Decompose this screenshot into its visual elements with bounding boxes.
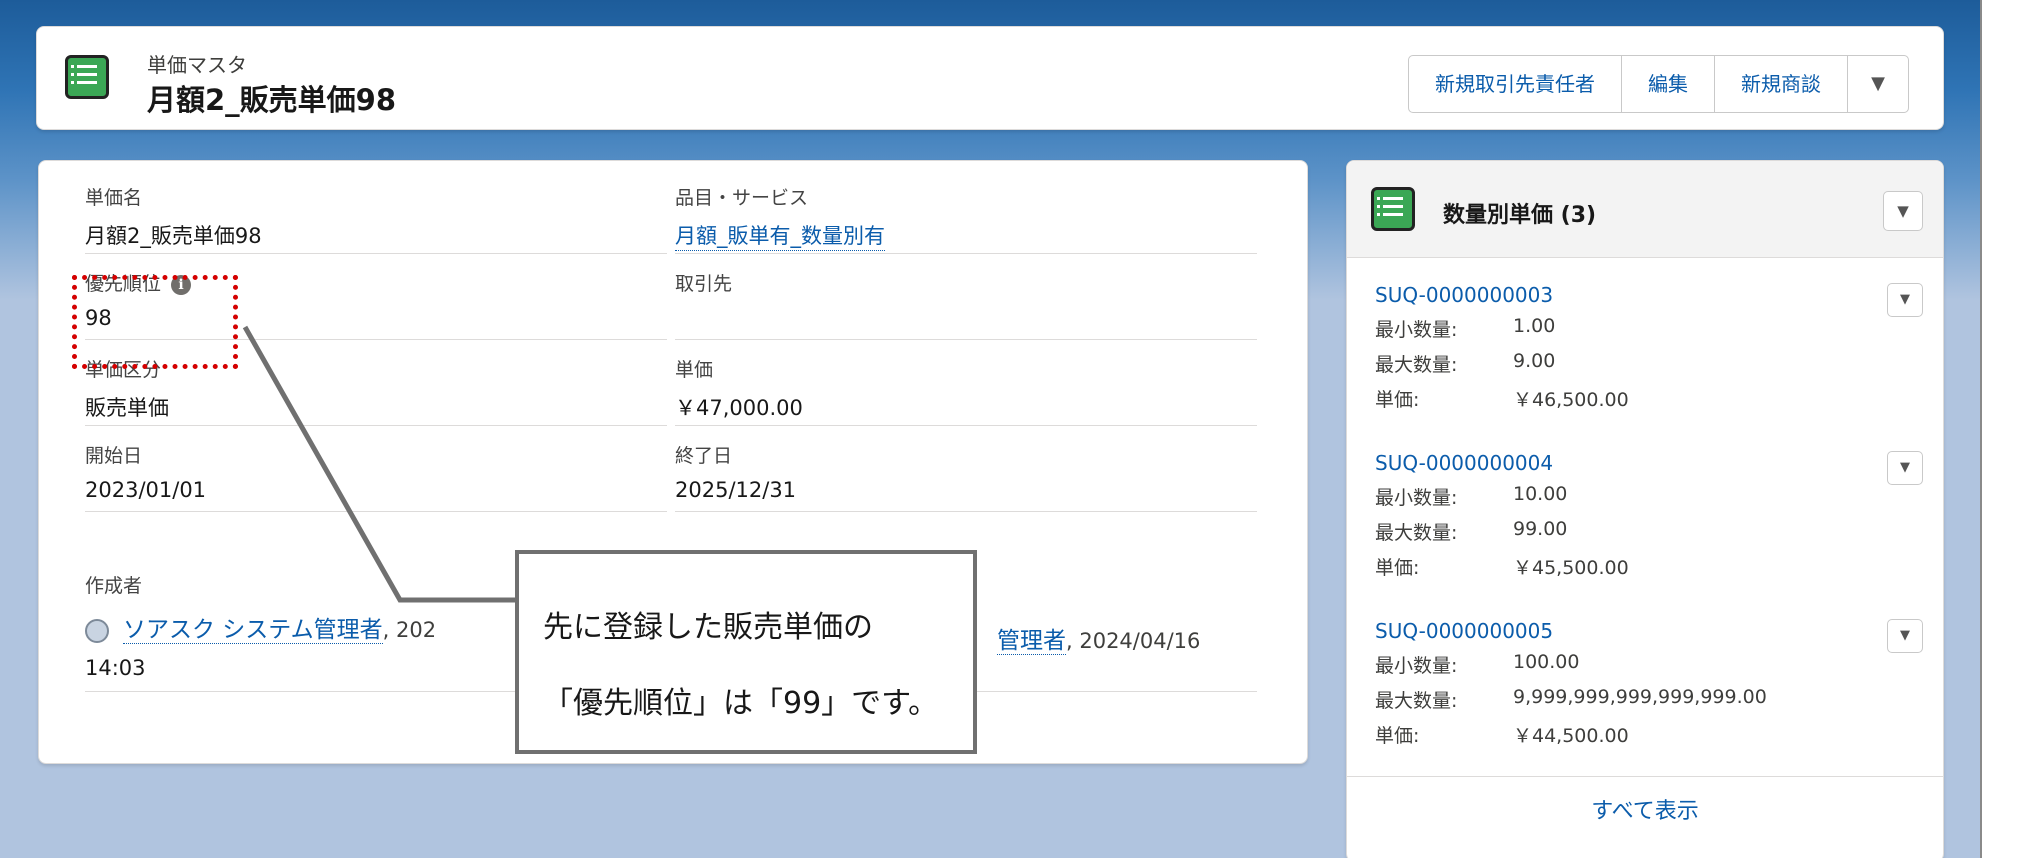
related-list-menu-button[interactable]: ▼ <box>1883 191 1923 231</box>
list-item: SUQ-0000000004 最小数量: 10.00 最大数量: 99.00 単価:… <box>1375 451 1923 580</box>
max-quantity-row: 最大数量: 9.00 <box>1375 350 1915 377</box>
record-link[interactable]: SUQ-0000000004 <box>1375 451 1915 475</box>
price-value: ￥46,500.00 <box>1513 389 1629 411</box>
min-quantity-row: 最小数量: 100.00 <box>1375 651 1915 678</box>
record-link[interactable]: SUQ-0000000003 <box>1375 283 1915 307</box>
price-label: 単価: <box>1375 389 1420 411</box>
min-value: 1.00 <box>1513 315 1556 337</box>
max-label: 最大数量: <box>1375 522 1458 544</box>
app-frame: 単価マスタ 月額2_販売単価98 新規取引先責任者 編集 新規商談 ▼ 単価名 … <box>0 0 1982 858</box>
chevron-down-icon: ▼ <box>1900 628 1910 643</box>
record-menu-button[interactable]: ▼ <box>1887 619 1923 653</box>
view-all-link[interactable]: すべて表示 <box>1347 776 1943 858</box>
max-value: 99.00 <box>1513 518 1568 540</box>
record-menu-button[interactable]: ▼ <box>1887 283 1923 317</box>
min-quantity-row: 最小数量: 1.00 <box>1375 315 1915 342</box>
price-row: 単価: ￥44,500.00 <box>1375 721 1915 748</box>
min-value: 10.00 <box>1513 483 1568 505</box>
related-list-title: 数量別単価 (3) <box>1443 203 1597 228</box>
callout-text-line2: 「優先順位」は「99」です。 <box>543 686 939 721</box>
chevron-down-icon: ▼ <box>1897 202 1909 220</box>
max-quantity-row: 最大数量: 9,999,999,999,999,999.00 <box>1375 686 1915 713</box>
min-label: 最小数量: <box>1375 655 1458 677</box>
price-value: ￥45,500.00 <box>1513 557 1629 579</box>
max-quantity-row: 最大数量: 99.00 <box>1375 518 1915 545</box>
chevron-down-icon: ▼ <box>1900 292 1910 307</box>
related-list-quantity-prices: 数量別単価 (3) ▼ SUQ-0000000003 最小数量: 1.00 最大数… <box>1346 160 1944 858</box>
price-row: 単価: ￥45,500.00 <box>1375 553 1915 580</box>
price-value: ￥44,500.00 <box>1513 725 1629 747</box>
price-label: 単価: <box>1375 725 1420 747</box>
min-quantity-row: 最小数量: 10.00 <box>1375 483 1915 510</box>
list-item: SUQ-0000000005 最小数量: 100.00 最大数量: 9,999,99… <box>1375 619 1923 748</box>
quantity-price-icon <box>1371 187 1415 231</box>
min-label: 最小数量: <box>1375 319 1458 341</box>
price-row: 単価: ￥46,500.00 <box>1375 385 1915 412</box>
related-list-header: 数量別単価 (3) ▼ <box>1347 161 1943 258</box>
max-label: 最大数量: <box>1375 354 1458 376</box>
chevron-down-icon: ▼ <box>1900 460 1910 475</box>
min-label: 最小数量: <box>1375 487 1458 509</box>
record-menu-button[interactable]: ▼ <box>1887 451 1923 485</box>
price-label: 単価: <box>1375 557 1420 579</box>
callout-text-line1: 先に登録した販売単価の <box>543 610 873 645</box>
max-value: 9,999,999,999,999,999.00 <box>1513 686 1767 708</box>
max-label: 最大数量: <box>1375 690 1458 712</box>
callout-box: 先に登録した販売単価の 「優先順位」は「99」です。 <box>515 550 977 754</box>
min-value: 100.00 <box>1513 651 1580 673</box>
list-item: SUQ-0000000003 最小数量: 1.00 最大数量: 9.00 単価: ￥4… <box>1375 283 1923 412</box>
record-link[interactable]: SUQ-0000000005 <box>1375 619 1915 643</box>
max-value: 9.00 <box>1513 350 1556 372</box>
